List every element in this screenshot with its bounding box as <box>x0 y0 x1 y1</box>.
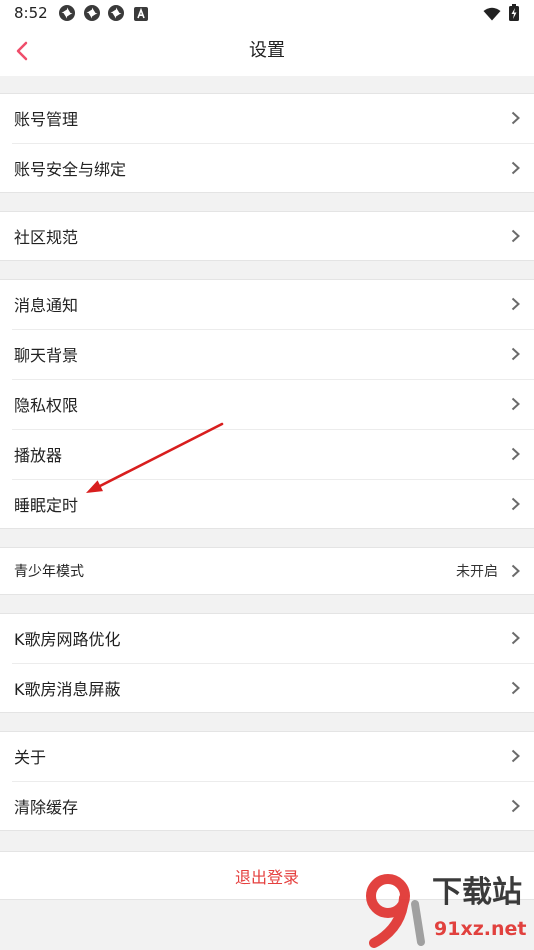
settings-group-teen-mode: 青少年模式 未开启 <box>0 547 534 595</box>
page-title: 设置 <box>249 40 285 61</box>
chevron-right-icon <box>511 347 520 361</box>
row-label: 播放器 <box>14 446 63 465</box>
row-label: 聊天背景 <box>14 346 79 365</box>
chevron-right-icon <box>511 111 520 125</box>
row-label: 消息通知 <box>14 296 79 315</box>
status-time: 8:52 <box>14 4 48 22</box>
status-bar: 8:52 <box>0 0 534 26</box>
chevron-right-icon <box>511 161 520 175</box>
row-label: K歌房消息屏蔽 <box>14 680 121 699</box>
row-ktv-network-optimization[interactable]: K歌房网路优化 <box>0 613 534 663</box>
settings-group-community: 社区规范 <box>0 211 534 261</box>
row-teen-mode[interactable]: 青少年模式 未开启 <box>0 547 534 595</box>
teen-mode-status: 未开启 <box>456 564 498 580</box>
settings-group-ktv-room: K歌房网路优化 K歌房消息屏蔽 <box>0 613 534 713</box>
logout-label: 退出登录 <box>234 867 299 887</box>
row-label: 账号安全与绑定 <box>14 160 127 179</box>
header: 设置 <box>0 26 534 76</box>
watermark-brand: 下载站 <box>432 875 522 910</box>
row-label: 清除缓存 <box>14 798 79 817</box>
chevron-right-icon <box>511 297 520 311</box>
row-label: 社区规范 <box>14 228 79 247</box>
watermark-logo-icon <box>366 874 425 948</box>
row-privacy-permissions[interactable]: 隐私权限 <box>0 379 534 429</box>
row-account-security-binding[interactable]: 账号安全与绑定 <box>0 143 534 193</box>
row-community-guidelines[interactable]: 社区规范 <box>0 211 534 261</box>
chevron-right-icon <box>511 497 520 511</box>
row-player[interactable]: 播放器 <box>0 429 534 479</box>
aperture-icon <box>59 5 75 25</box>
chevron-right-icon <box>511 749 520 763</box>
row-label: 关于 <box>14 748 47 767</box>
row-label: 睡眠定时 <box>14 496 79 515</box>
row-label: 隐私权限 <box>14 396 79 415</box>
row-account-management[interactable]: 账号管理 <box>0 93 534 143</box>
row-message-notifications[interactable]: 消息通知 <box>0 279 534 329</box>
chevron-right-icon <box>511 447 520 461</box>
chevron-right-icon <box>511 229 520 243</box>
row-label: K歌房网路优化 <box>14 630 121 649</box>
row-sleep-timer[interactable]: 睡眠定时 <box>0 479 534 529</box>
aperture-icon <box>84 5 100 25</box>
row-clear-cache[interactable]: 清除缓存 <box>0 781 534 831</box>
row-ktv-message-blocking[interactable]: K歌房消息屏蔽 <box>0 663 534 713</box>
chevron-right-icon <box>511 564 520 578</box>
row-chat-background[interactable]: 聊天背景 <box>0 329 534 379</box>
chevron-right-icon <box>511 631 520 645</box>
chevron-right-icon <box>511 397 520 411</box>
row-about[interactable]: 关于 <box>0 731 534 781</box>
row-label: 账号管理 <box>14 110 79 129</box>
wifi-icon <box>483 6 501 25</box>
chevron-right-icon <box>511 799 520 813</box>
battery-icon <box>509 4 519 25</box>
a-box-icon <box>134 6 148 25</box>
chevron-right-icon <box>511 681 520 695</box>
settings-group-account: 账号管理 账号安全与绑定 <box>0 93 534 193</box>
row-label: 青少年模式 <box>14 564 84 580</box>
settings-group-general: 消息通知 聊天背景 隐私权限 播放器 睡眠定时 <box>0 279 534 529</box>
watermark-site: 91xz.net <box>434 918 527 940</box>
watermark: 下载站 91xz.net <box>358 868 532 948</box>
settings-group-about: 关于 清除缓存 <box>0 731 534 831</box>
aperture-icon <box>108 5 124 25</box>
